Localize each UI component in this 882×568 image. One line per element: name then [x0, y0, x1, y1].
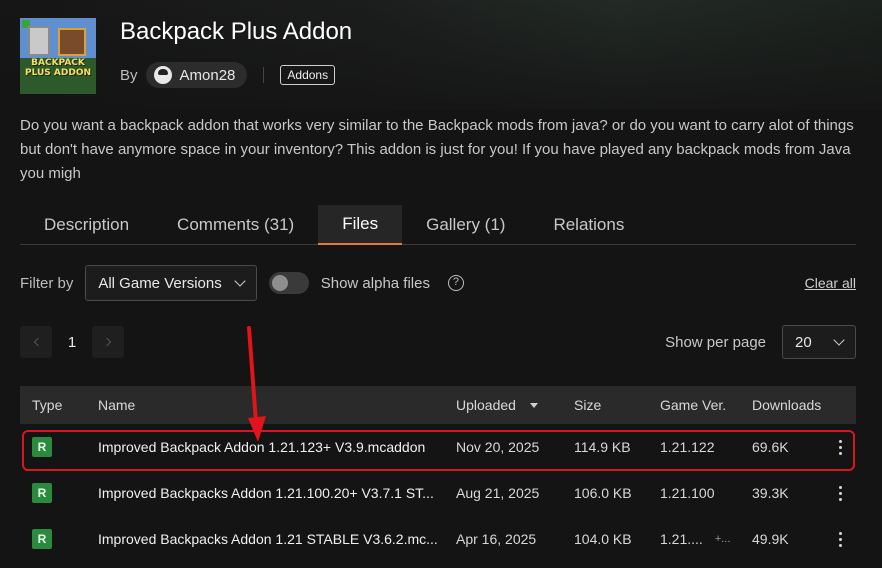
tab-bar: Description Comments (31) Files Gallery …: [20, 205, 856, 245]
table-row[interactable]: R Improved Backpack Addon 1.21.123+ V3.9…: [20, 424, 856, 470]
header-uploaded[interactable]: Uploaded: [456, 397, 574, 413]
tab-description[interactable]: Description: [20, 205, 153, 245]
file-size: 106.0 KB: [574, 485, 632, 501]
kebab-menu-icon: [838, 531, 842, 547]
download-count: 69.6K: [752, 439, 789, 455]
filter-row: Filter by All Game Versions Show alpha f…: [20, 265, 856, 301]
chevron-left-icon: [33, 337, 42, 347]
game-version: 1.21.100: [660, 485, 752, 501]
game-version: 1.21.... +...: [660, 531, 752, 547]
file-name-link[interactable]: Improved Backpacks Addon 1.21.100.20+ V3…: [98, 485, 456, 501]
toggle-knob: [271, 275, 288, 291]
header-type: Type: [32, 397, 63, 413]
uploaded-date: Nov 20, 2025: [456, 439, 540, 455]
row-menu-button[interactable]: [824, 439, 856, 455]
clear-all-link[interactable]: Clear all: [805, 275, 856, 291]
author-row: By Amon28 Addons: [120, 62, 336, 88]
alpha-files-toggle[interactable]: [268, 272, 309, 294]
per-page-control: Show per page 20: [665, 325, 856, 359]
more-versions-indicator[interactable]: +...: [715, 533, 731, 545]
divider: [263, 67, 265, 83]
author-name: Amon28: [179, 66, 236, 84]
addon-description: Do you want a backpack addon that works …: [20, 117, 854, 182]
header-name: Name: [98, 397, 136, 413]
per-page-label: Show per page: [665, 333, 766, 351]
table-header: Type Name Uploaded Size Game Ver. Downlo…: [20, 386, 856, 424]
tab-relations[interactable]: Relations: [529, 205, 648, 245]
table-row[interactable]: R Improved Backpacks Addon 1.21.100.20+ …: [20, 470, 856, 516]
pagination: 1: [20, 326, 124, 358]
per-page-value: 20: [795, 333, 812, 351]
header-uploaded-label: Uploaded: [456, 397, 516, 413]
file-size: 104.0 KB: [574, 531, 632, 547]
header-downloads: Downloads: [752, 397, 822, 413]
current-page[interactable]: 1: [52, 334, 92, 351]
table-row[interactable]: R Improved Backpacks Addon 1.21 STABLE V…: [20, 516, 856, 562]
page-title: Backpack Plus Addon: [120, 18, 353, 45]
game-version-select[interactable]: All Game Versions: [85, 265, 257, 301]
release-type-badge: R: [32, 483, 52, 503]
by-label: By: [120, 66, 138, 84]
chevron-down-icon: [234, 275, 246, 287]
files-table: Type Name Uploaded Size Game Ver. Downlo…: [20, 386, 856, 562]
tab-comments[interactable]: Comments (31): [153, 205, 318, 245]
game-version-value: All Game Versions: [98, 274, 222, 292]
game-version-value: 1.21.100: [660, 485, 715, 501]
chevron-right-icon: [102, 337, 111, 347]
file-name-link[interactable]: Improved Backpacks Addon 1.21 STABLE V3.…: [98, 531, 456, 547]
thumbnail-logo-text: BACKPACK PLUS ADDON: [24, 58, 92, 78]
avatar: [153, 66, 172, 84]
author-link[interactable]: Amon28: [145, 62, 248, 88]
game-version-value: 1.21.122: [660, 439, 715, 455]
uploaded-date: Aug 21, 2025: [456, 485, 540, 501]
release-type-badge: R: [32, 437, 52, 457]
chevron-down-icon: [833, 334, 845, 346]
header-size: Size: [574, 397, 602, 413]
kebab-menu-icon: [838, 485, 842, 501]
alpha-files-label: Show alpha files: [320, 274, 430, 292]
file-name-link[interactable]: Improved Backpack Addon 1.21.123+ V3.9.m…: [98, 439, 456, 455]
category-tag[interactable]: Addons: [280, 65, 336, 85]
header-game-ver: Game Ver.: [660, 397, 727, 413]
row-menu-button[interactable]: [824, 485, 856, 501]
next-page-button[interactable]: [92, 326, 124, 358]
download-count: 49.9K: [752, 531, 789, 547]
prev-page-button[interactable]: [20, 326, 52, 358]
uploaded-date: Apr 16, 2025: [456, 531, 537, 547]
kebab-menu-icon: [838, 439, 842, 455]
file-size: 114.9 KB: [574, 439, 631, 455]
help-icon[interactable]: ?: [447, 275, 464, 291]
download-count: 39.3K: [752, 485, 789, 501]
game-version-value: 1.21....: [660, 531, 703, 547]
tab-gallery[interactable]: Gallery (1): [402, 205, 529, 245]
tab-files[interactable]: Files: [318, 205, 403, 245]
addon-thumbnail: BACKPACK PLUS ADDON: [20, 18, 96, 94]
filter-label: Filter by: [20, 274, 74, 292]
addon-header: BACKPACK PLUS ADDON Backpack Plus Addon …: [20, 18, 862, 94]
sort-desc-icon: [529, 402, 538, 408]
per-page-select[interactable]: 20: [782, 325, 856, 359]
release-type-badge: R: [32, 529, 52, 549]
row-menu-button[interactable]: [824, 531, 856, 547]
game-version: 1.21.122: [660, 439, 752, 455]
